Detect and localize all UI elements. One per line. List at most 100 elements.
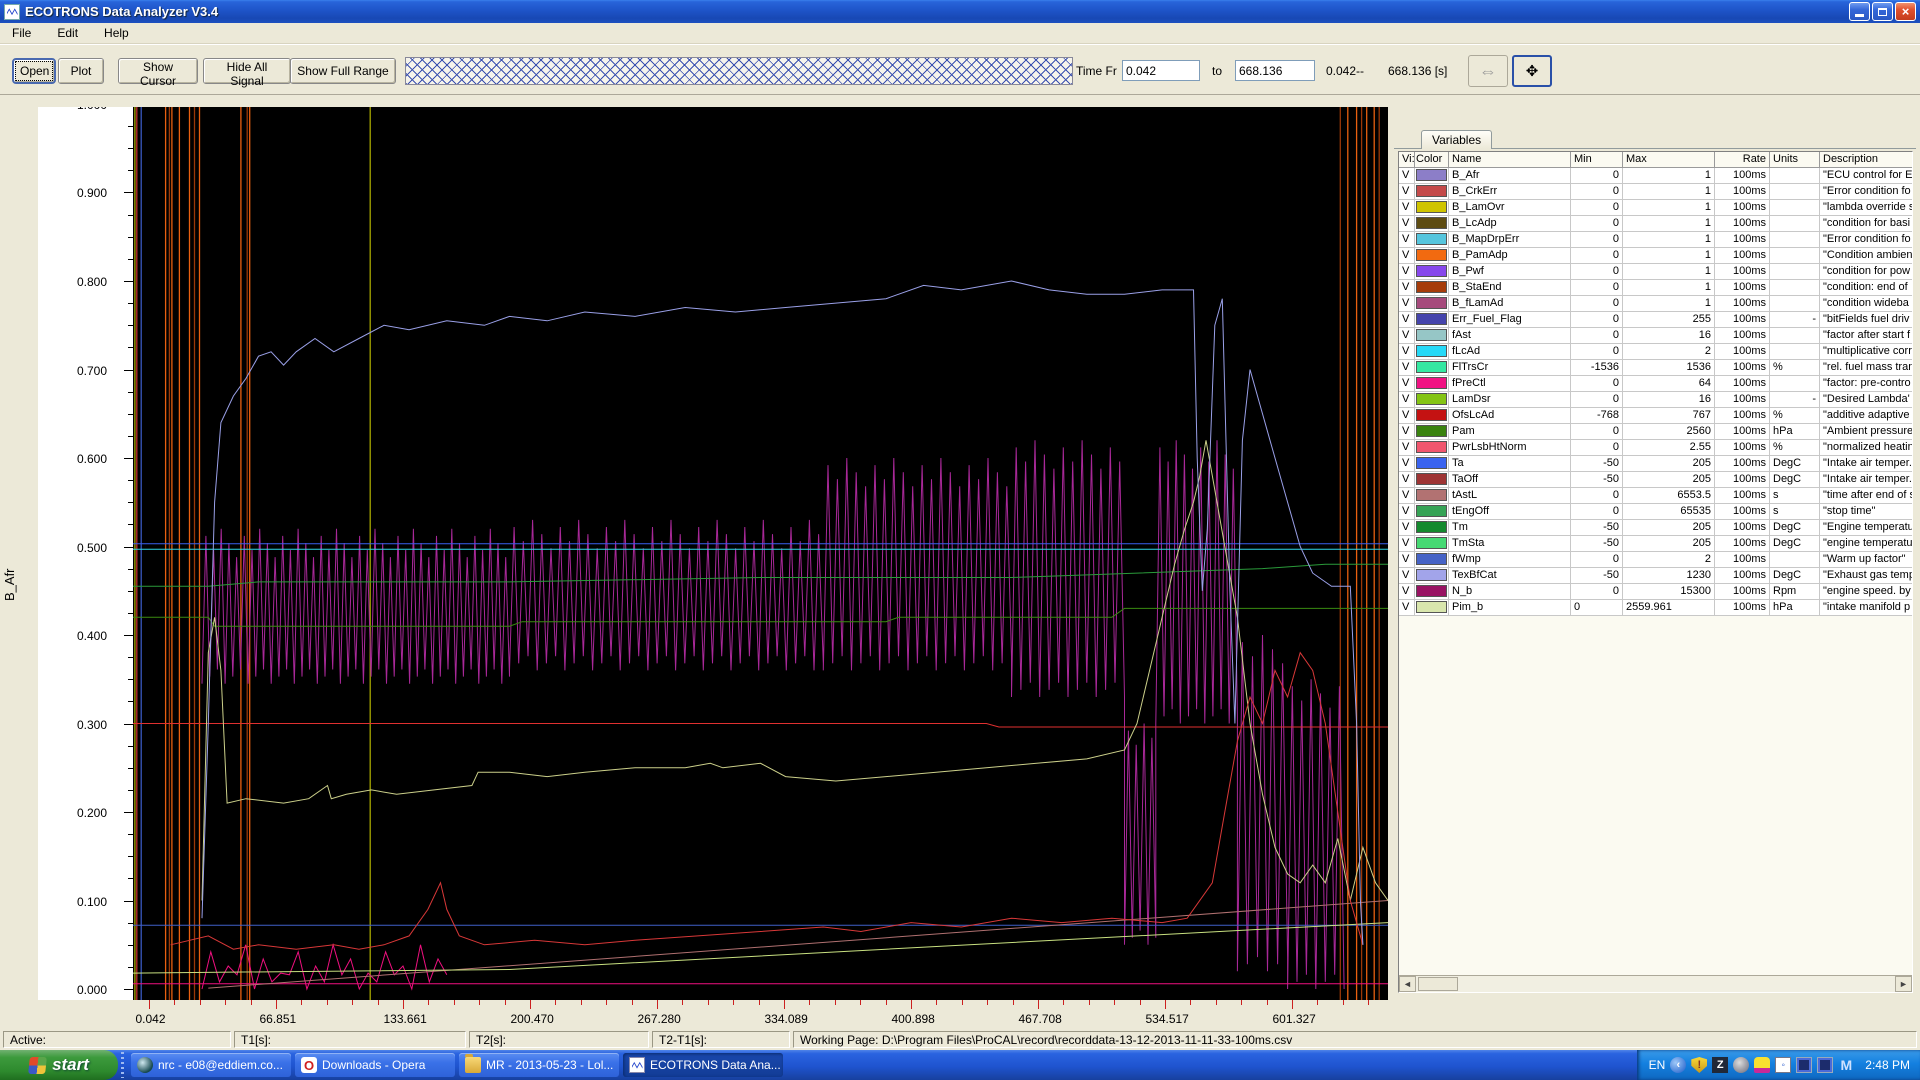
color-swatch[interactable] (1416, 601, 1447, 613)
color-swatch[interactable] (1416, 233, 1447, 245)
table-row-B_StaEnd[interactable]: VB_StaEnd01100ms"condition: end of (1399, 280, 1912, 296)
table-row-OfsLcAd[interactable]: VOfsLcAd-768767100ms%"additive adaptive (1399, 408, 1912, 424)
color-swatch[interactable] (1416, 201, 1447, 213)
column-header-description[interactable]: Description (1820, 152, 1912, 167)
scheduler-icon[interactable]: ◦ (1775, 1057, 1791, 1073)
security-shield-icon[interactable]: ! (1691, 1057, 1707, 1073)
pan-all-directions-button[interactable]: ✥ (1512, 55, 1552, 87)
table-row-B_MapDrpErr[interactable]: VB_MapDrpErr01100ms"Error condition fo (1399, 232, 1912, 248)
horizontal-scrollbar[interactable]: ◄ ► (1399, 975, 1912, 992)
color-swatch[interactable] (1416, 297, 1447, 309)
color-swatch[interactable] (1416, 425, 1447, 437)
taskbar-task[interactable]: nrc - e08@eddiem.co... (131, 1053, 291, 1077)
table-row-B_Afr[interactable]: VB_Afr01100ms"ECU control for E (1399, 168, 1912, 184)
table-row-tAstL[interactable]: VtAstL06553.5100mss"time after end of s (1399, 488, 1912, 504)
show-cursor-button[interactable]: Show Cursor (118, 58, 198, 84)
open-button[interactable]: Open (12, 58, 56, 84)
table-row-B_Pwf[interactable]: VB_Pwf01100ms"condition for pow (1399, 264, 1912, 280)
table-row-TexBfCat[interactable]: VTexBfCat-501230100msDegC"Exhaust gas te… (1399, 568, 1912, 584)
show-full-range-button[interactable]: Show Full Range (290, 58, 396, 84)
table-row-FlTrsCr[interactable]: VFlTrsCr-15361536100ms%"rel. fuel mass t… (1399, 360, 1912, 376)
column-header-name[interactable]: Name (1449, 152, 1571, 167)
zonealarm-icon[interactable]: Z (1712, 1057, 1728, 1073)
messenger-duck-icon[interactable] (1754, 1057, 1770, 1073)
table-row-TaOff[interactable]: VTaOff-50205100msDegC"Intake air temper. (1399, 472, 1912, 488)
table-row-N_b[interactable]: VN_b015300100msRpm"engine speed. by (1399, 584, 1912, 600)
column-header-units[interactable]: Units (1770, 152, 1820, 167)
msn-butterfly-icon[interactable]: M (1838, 1057, 1854, 1073)
table-row-tEngOff[interactable]: VtEngOff065535100mss"stop time" (1399, 504, 1912, 520)
color-swatch[interactable] (1416, 345, 1447, 357)
column-header-color[interactable]: Color (1415, 152, 1449, 167)
scroll-left-button[interactable]: ◄ (1399, 976, 1416, 992)
color-swatch[interactable] (1416, 441, 1447, 453)
taskbar-task[interactable]: ECOTRONS Data Ana... (623, 1053, 783, 1077)
color-swatch[interactable] (1416, 409, 1447, 421)
table-row-Tm[interactable]: VTm-50205100msDegC"Engine temperatu (1399, 520, 1912, 536)
color-swatch[interactable] (1416, 553, 1447, 565)
table-row-B_LcAdp[interactable]: VB_LcAdp01100ms"condition for basi (1399, 216, 1912, 232)
color-swatch[interactable] (1416, 249, 1447, 261)
table-row-Pam[interactable]: VPam02560100mshPa"Ambient pressure (1399, 424, 1912, 440)
table-row-fAst[interactable]: VfAst016100ms"factor after start f (1399, 328, 1912, 344)
column-header-min[interactable]: Min (1571, 152, 1623, 167)
restore-button[interactable] (1872, 2, 1893, 21)
network-icon[interactable] (1796, 1057, 1812, 1073)
table-row-B_LamOvr[interactable]: VB_LamOvr01100ms"lambda override s (1399, 200, 1912, 216)
taskbar-clock[interactable]: 2:48 PM (1865, 1058, 1910, 1072)
table-row-B_fLamAd[interactable]: VB_fLamAd01100ms"condition wideba (1399, 296, 1912, 312)
menu-help[interactable]: Help (100, 25, 133, 41)
scroll-right-button[interactable]: ► (1895, 976, 1912, 992)
color-swatch[interactable] (1416, 569, 1447, 581)
table-row-fPreCtl[interactable]: VfPreCtl064100ms"factor: pre-contro (1399, 376, 1912, 392)
plot-button[interactable]: Plot (58, 58, 104, 84)
table-row-PwrLsbHtNorm[interactable]: VPwrLsbHtNorm02.55100ms%"normalized heat… (1399, 440, 1912, 456)
color-swatch[interactable] (1416, 457, 1447, 469)
table-row-TmSta[interactable]: VTmSta-50205100msDegC"engine temperatu (1399, 536, 1912, 552)
hide-icons-chevron-icon[interactable]: ‹ (1670, 1057, 1686, 1073)
table-row-B_CrkErr[interactable]: VB_CrkErr01100ms"Error condition fo (1399, 184, 1912, 200)
color-swatch[interactable] (1416, 313, 1447, 325)
start-button[interactable]: start (0, 1050, 118, 1080)
minimize-button[interactable] (1849, 2, 1870, 21)
tab-variables[interactable]: Variables (1421, 130, 1492, 149)
color-swatch[interactable] (1416, 473, 1447, 485)
column-header-max[interactable]: Max (1623, 152, 1715, 167)
color-swatch[interactable] (1416, 537, 1447, 549)
close-button[interactable]: × (1895, 2, 1916, 21)
menu-file[interactable]: File (8, 25, 35, 41)
table-row-Pim_b[interactable]: VPim_b02559.961100mshPa"intake manifold … (1399, 600, 1912, 616)
color-swatch[interactable] (1416, 585, 1447, 597)
color-swatch[interactable] (1416, 521, 1447, 533)
menu-edit[interactable]: Edit (53, 25, 82, 41)
table-row-fWmp[interactable]: VfWmp02100ms"Warm up factor" (1399, 552, 1912, 568)
color-swatch[interactable] (1416, 377, 1447, 389)
hide-all-signal-button[interactable]: Hide All Signal (203, 58, 291, 84)
network2-icon[interactable] (1817, 1057, 1833, 1073)
column-header-vi[interactable]: Vi: (1399, 152, 1415, 167)
color-swatch[interactable] (1416, 281, 1447, 293)
table-row-B_PamAdp[interactable]: VB_PamAdp01100ms"Condition ambien (1399, 248, 1912, 264)
color-swatch[interactable] (1416, 265, 1447, 277)
color-swatch[interactable] (1416, 329, 1447, 341)
color-swatch[interactable] (1416, 489, 1447, 501)
color-swatch[interactable] (1416, 393, 1447, 405)
taskbar-task[interactable]: ODownloads - Opera (295, 1053, 455, 1077)
table-row-LamDsr[interactable]: VLamDsr016100ms-"Desired Lambda' (1399, 392, 1912, 408)
language-indicator[interactable]: EN (1649, 1058, 1666, 1072)
time-from-input[interactable] (1122, 60, 1200, 81)
color-swatch[interactable] (1416, 169, 1447, 181)
taskbar-task[interactable]: MR - 2013-05-23 - Lol... (459, 1053, 619, 1077)
table-row-Ta[interactable]: VTa-50205100msDegC"Intake air temper. (1399, 456, 1912, 472)
color-swatch[interactable] (1416, 361, 1447, 373)
plot-area[interactable] (133, 107, 1388, 1000)
column-header-rate[interactable]: Rate (1715, 152, 1770, 167)
color-swatch[interactable] (1416, 505, 1447, 517)
pan-horizontal-button[interactable]: ⇔ (1468, 55, 1508, 87)
table-row-fLcAd[interactable]: VfLcAd02100ms"multiplicative corr (1399, 344, 1912, 360)
time-to-input[interactable] (1235, 60, 1315, 81)
webcam-icon[interactable] (1733, 1057, 1749, 1073)
color-swatch[interactable] (1416, 185, 1447, 197)
table-row-Err_Fuel_Flag[interactable]: VErr_Fuel_Flag0255100ms-"bitFields fuel … (1399, 312, 1912, 328)
color-swatch[interactable] (1416, 217, 1447, 229)
